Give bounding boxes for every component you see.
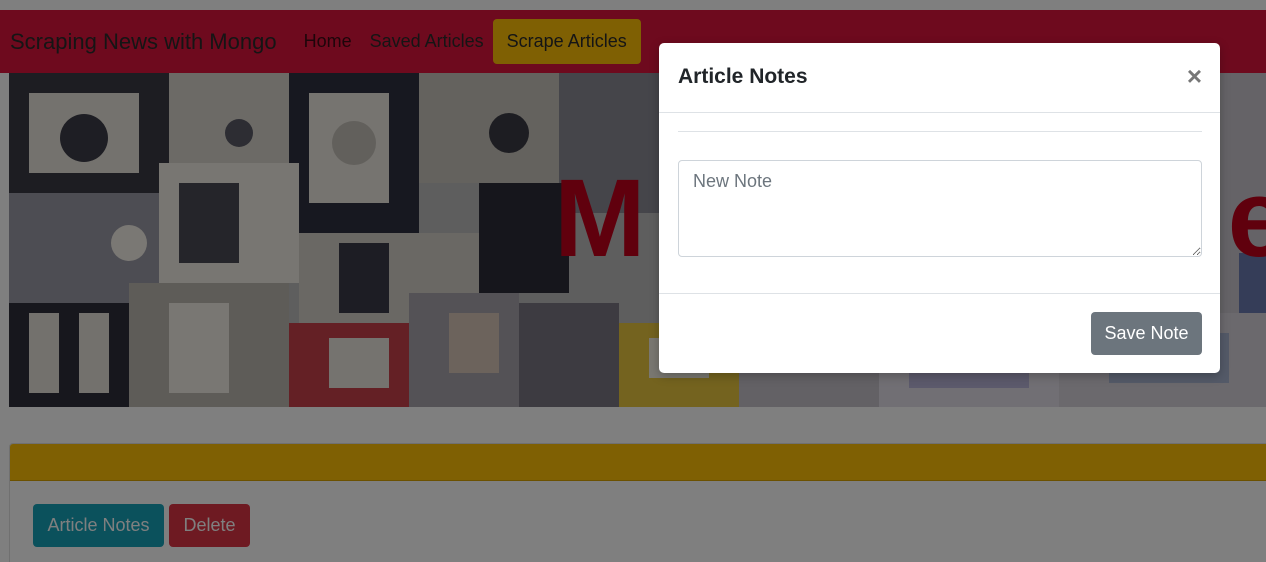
modal-body (659, 113, 1220, 293)
new-note-textarea[interactable] (678, 160, 1202, 257)
modal-header: Article Notes × (659, 43, 1220, 113)
modal-title: Article Notes (678, 65, 808, 88)
modal-footer: Save Note (659, 293, 1220, 374)
close-icon[interactable]: × (1187, 63, 1202, 89)
page: Scraping News with Mongo Home Saved Arti… (0, 0, 1266, 562)
article-notes-modal: Article Notes × Save Note (659, 43, 1220, 373)
save-note-button[interactable]: Save Note (1091, 312, 1202, 355)
notes-divider (678, 131, 1202, 132)
